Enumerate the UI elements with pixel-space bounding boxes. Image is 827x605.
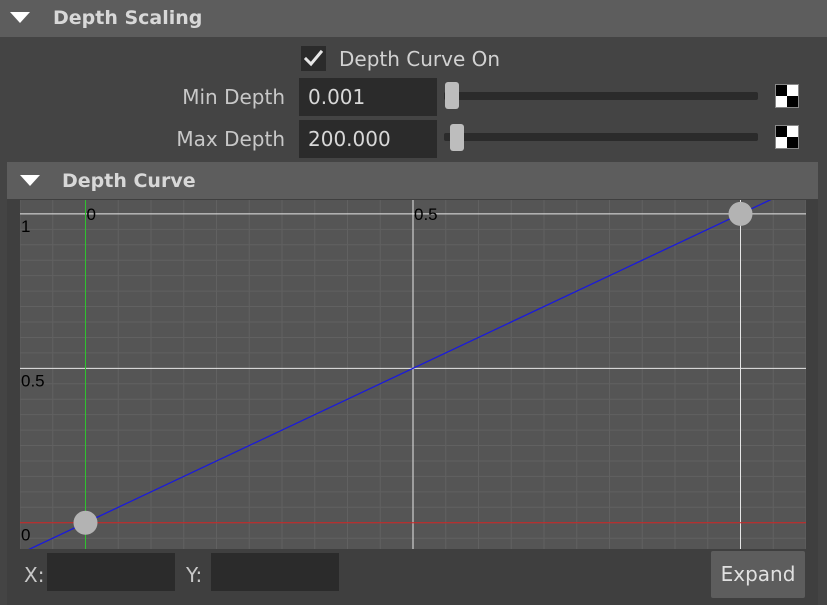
expand-button[interactable]: Expand: [711, 551, 805, 598]
depth-curve-header[interactable]: Depth Curve: [7, 162, 818, 199]
depth-curve-on-label: Depth Curve On: [339, 47, 501, 71]
max-depth-label: Max Depth: [176, 127, 285, 151]
max-depth-slider-track[interactable]: [444, 133, 758, 141]
curve-control-point[interactable]: [728, 201, 753, 226]
x-field[interactable]: [47, 553, 175, 591]
min-depth-map-icon[interactable]: [775, 84, 799, 108]
collapse-triangle-icon[interactable]: [10, 12, 30, 23]
checkmark-icon: [304, 49, 323, 67]
x-field-label: X:: [24, 563, 45, 587]
collapse-triangle-icon[interactable]: [20, 175, 40, 186]
y-tick-label: 0.5: [21, 371, 45, 390]
depth-curve-checkbox[interactable]: [301, 46, 326, 71]
x-tick-label: 0.5: [414, 205, 438, 224]
max-depth-slider-handle[interactable]: [450, 124, 464, 151]
depth-scaling-header[interactable]: Depth Scaling: [0, 0, 827, 37]
y-tick-label: 0: [21, 526, 30, 545]
y-field-label: Y:: [186, 563, 203, 587]
x-tick-label: 0: [87, 205, 96, 224]
depth-curve-title: Depth Curve: [62, 170, 196, 192]
y-tick-label: 1: [21, 217, 30, 236]
max-depth-map-icon[interactable]: [775, 125, 799, 149]
curve-control-point[interactable]: [73, 510, 98, 535]
y-field[interactable]: [211, 553, 339, 591]
min-depth-slider-track[interactable]: [444, 92, 758, 100]
min-depth-label: Min Depth: [182, 85, 285, 109]
depth-curve-graph[interactable]: 00.5110.50: [20, 200, 806, 549]
min-depth-slider-handle[interactable]: [445, 82, 459, 109]
depth-scaling-title: Depth Scaling: [53, 7, 203, 29]
max-depth-field[interactable]: 200.000: [299, 120, 437, 158]
min-depth-field[interactable]: 0.001: [299, 78, 437, 116]
